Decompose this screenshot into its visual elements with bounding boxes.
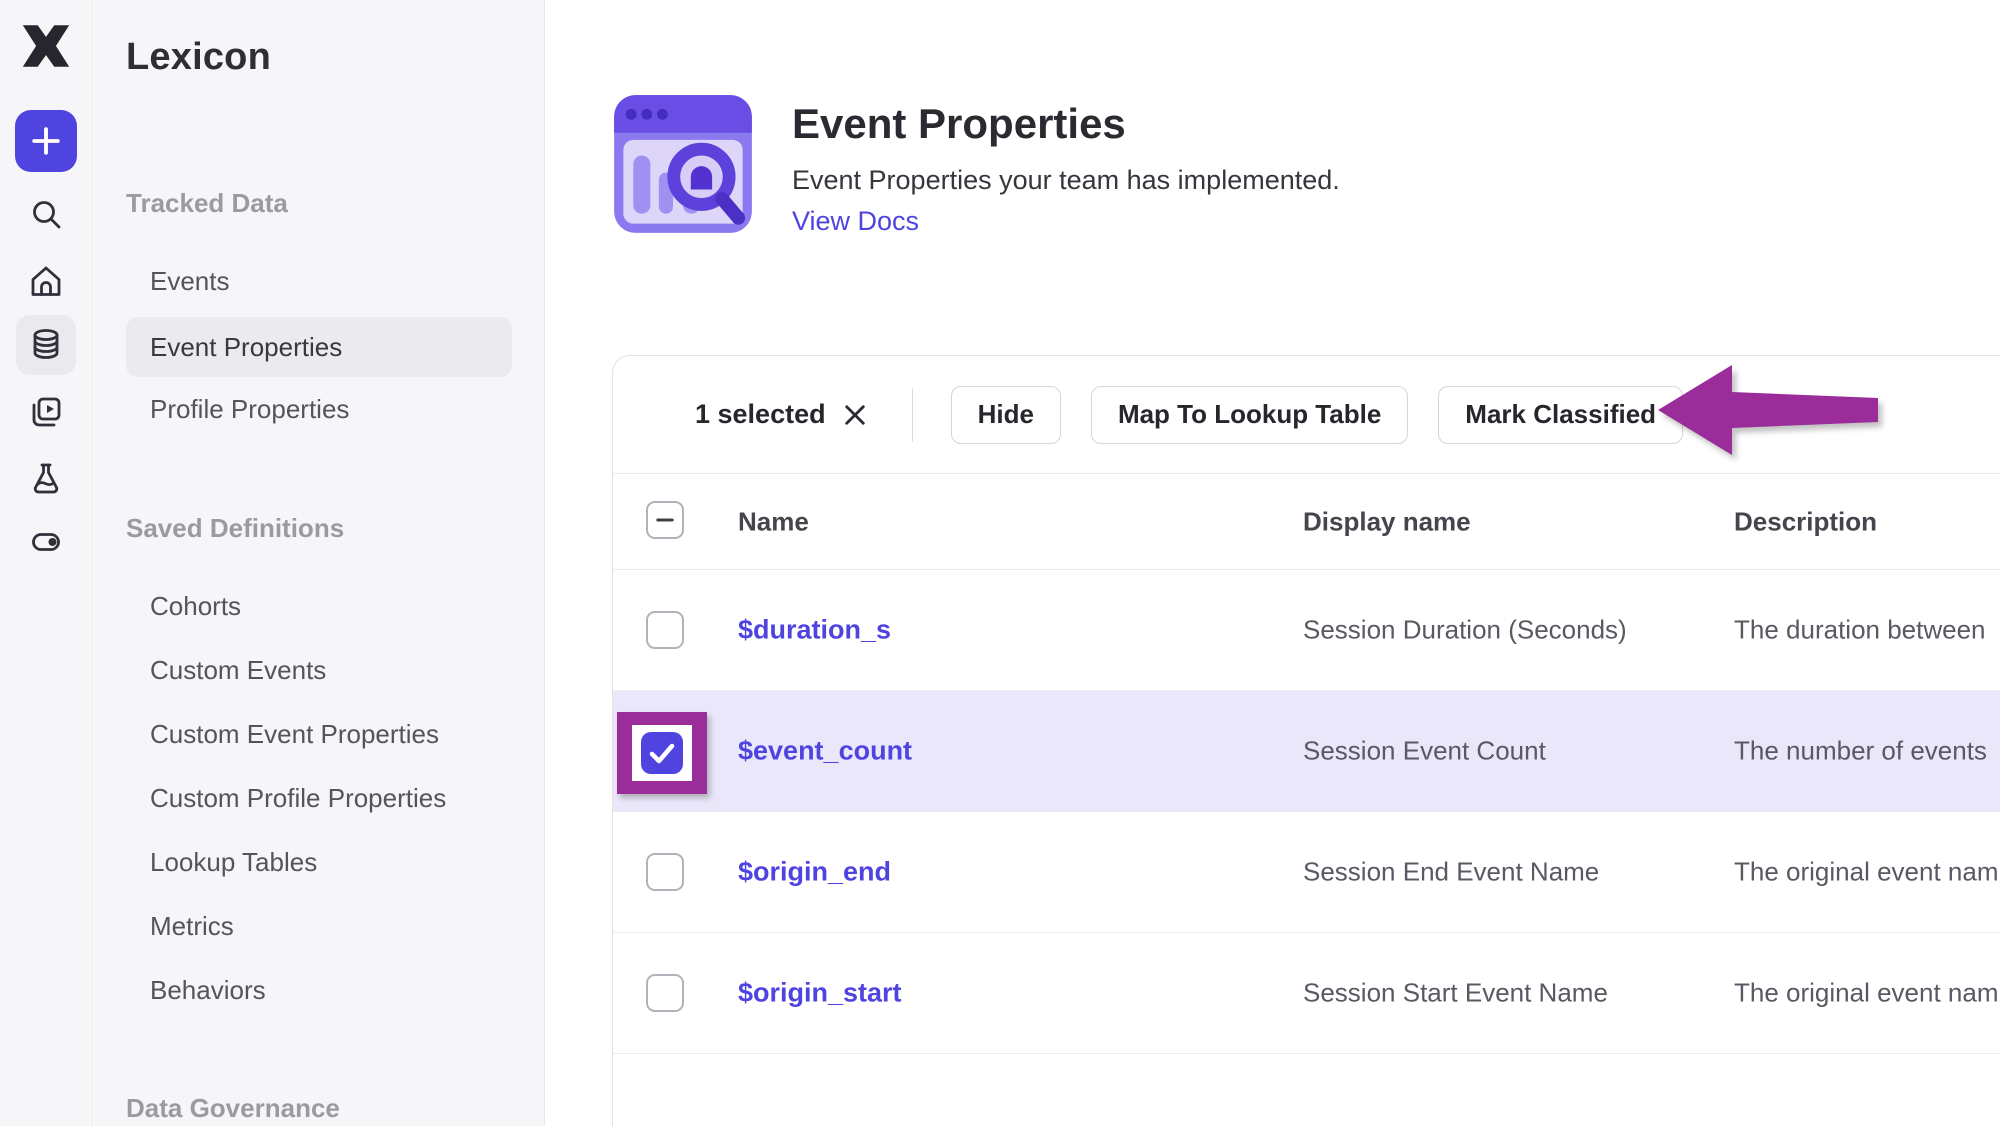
experiments-flask-icon[interactable]	[26, 458, 66, 498]
page-subtitle: Event Properties your team has implement…	[792, 165, 1340, 196]
sidebar-item-custom-event-properties[interactable]: Custom Event Properties	[150, 714, 439, 754]
sidebar-item-profile-properties[interactable]: Profile Properties	[150, 389, 349, 429]
property-description: The duration between	[1734, 615, 1986, 646]
annotation-highlight-box	[617, 712, 707, 794]
sidebar-item-behaviors[interactable]: Behaviors	[150, 970, 266, 1010]
annotation-left-arrow-icon	[1652, 358, 1884, 471]
column-header-display-name[interactable]: Display name	[1303, 506, 1471, 537]
property-description: The number of events	[1734, 736, 1987, 767]
section-saved-definitions: Saved Definitions	[126, 508, 344, 548]
page-title: Event Properties	[792, 100, 1126, 148]
clear-selection-icon[interactable]	[842, 402, 868, 428]
toolbar-divider	[912, 388, 913, 442]
create-plus-button[interactable]	[15, 110, 77, 172]
annotation-highlight-inner	[632, 725, 692, 781]
property-display-name: Session Start Event Name	[1303, 978, 1608, 1009]
search-icon[interactable]	[26, 194, 66, 234]
table-row[interactable]: $duration_s Session Duration (Seconds) T…	[613, 570, 2000, 691]
plus-icon	[31, 126, 61, 156]
hide-button[interactable]: Hide	[951, 386, 1061, 444]
column-header-description[interactable]: Description	[1734, 506, 1877, 537]
view-docs-link[interactable]: View Docs	[792, 206, 919, 237]
table-header-row: Name Display name Description	[613, 474, 2000, 570]
sidebar-item-event-properties-selected[interactable]: Event Properties	[126, 317, 512, 377]
check-icon	[641, 732, 683, 774]
property-description: The original event nam	[1734, 857, 1998, 888]
sidebar-item-events[interactable]: Events	[150, 261, 230, 301]
row-checkbox-checked[interactable]	[641, 732, 683, 774]
property-display-name: Session Duration (Seconds)	[1303, 615, 1627, 646]
sidebar-item-label: Event Properties	[150, 332, 342, 363]
row-checkbox[interactable]	[646, 974, 684, 1012]
sidebar-item-cohorts[interactable]: Cohorts	[150, 586, 241, 626]
sidebar-title: Lexicon	[126, 36, 271, 79]
rail-item-data-selected[interactable]	[16, 315, 76, 375]
toggle-icon[interactable]	[26, 522, 66, 562]
property-display-name: Session End Event Name	[1303, 857, 1599, 888]
mixpanel-logo-icon[interactable]	[22, 24, 70, 68]
map-to-lookup-table-button[interactable]: Map To Lookup Table	[1091, 386, 1408, 444]
column-header-name[interactable]: Name	[738, 506, 809, 537]
property-display-name: Session Event Count	[1303, 736, 1546, 767]
row-checkbox[interactable]	[646, 853, 684, 891]
sidebar-item-lookup-tables[interactable]: Lookup Tables	[150, 842, 317, 882]
section-data-governance: Data Governance	[126, 1088, 340, 1126]
database-icon	[26, 325, 66, 365]
row-checkbox[interactable]	[646, 611, 684, 649]
sidebar-item-metrics[interactable]: Metrics	[150, 906, 234, 946]
property-name-link[interactable]: $origin_end	[738, 857, 891, 888]
lexicon-sidebar: Lexicon Tracked Data Events Event Proper…	[94, 0, 545, 1126]
table-row[interactable]: $origin_start Session Start Event Name T…	[613, 933, 2000, 1054]
boards-icon[interactable]	[26, 392, 66, 432]
sidebar-item-custom-events[interactable]: Custom Events	[150, 650, 326, 690]
event-properties-illustration-icon	[612, 93, 754, 235]
home-icon[interactable]	[26, 261, 66, 301]
property-name-link[interactable]: $origin_start	[738, 978, 902, 1009]
select-all-checkbox-indeterminate[interactable]	[646, 501, 684, 539]
table-row-selected[interactable]: $event_count Session Event Count The num…	[613, 691, 2000, 812]
mark-classified-button[interactable]: Mark Classified	[1438, 386, 1683, 444]
section-tracked-data: Tracked Data	[126, 183, 288, 223]
table-row[interactable]: $origin_end Session End Event Name The o…	[613, 812, 2000, 933]
sidebar-item-custom-profile-properties[interactable]: Custom Profile Properties	[150, 778, 446, 818]
property-description: The original event nam	[1734, 978, 1998, 1009]
icon-rail	[0, 0, 93, 1126]
selected-count-label: 1 selected	[695, 399, 826, 430]
property-name-link[interactable]: $duration_s	[738, 615, 891, 646]
property-name-link[interactable]: $event_count	[738, 736, 912, 767]
